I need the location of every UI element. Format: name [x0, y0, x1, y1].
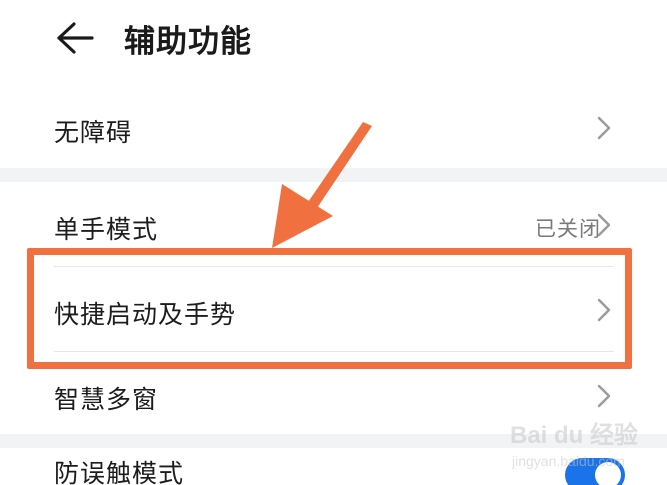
settings-item-one-hand-mode[interactable]: 单手模式 已关闭: [0, 190, 667, 262]
divider: [54, 266, 614, 267]
settings-item-label: 智慧多窗: [54, 385, 159, 414]
settings-item-label: 无障碍: [54, 118, 133, 147]
section-gap: [0, 168, 667, 182]
chevron-right-icon: [597, 298, 611, 322]
watermark: Bai du 经验 jingyan.baidu.com: [510, 415, 640, 477]
settings-item-label: 防误触模式: [54, 459, 185, 485]
chevron-right-icon: [597, 384, 611, 408]
divider: [54, 351, 614, 352]
chevron-right-icon: [597, 116, 611, 140]
settings-item-label: 单手模式: [54, 215, 159, 244]
settings-item-shortcuts-gestures[interactable]: 快捷启动及手势: [0, 268, 667, 350]
settings-item-status: 已关闭: [535, 217, 601, 241]
chevron-right-icon: [597, 213, 611, 237]
header-bar: 辅助功能: [0, 0, 667, 80]
settings-item-label: 快捷启动及手势: [54, 300, 237, 329]
arrow-left-icon[interactable]: [54, 20, 94, 56]
page-title: 辅助功能: [124, 24, 252, 60]
watermark-logo: Bai du 经验: [510, 422, 639, 449]
settings-item-accessibility[interactable]: 无障碍: [0, 95, 667, 165]
watermark-url: jingyan.baidu.com: [512, 453, 625, 469]
